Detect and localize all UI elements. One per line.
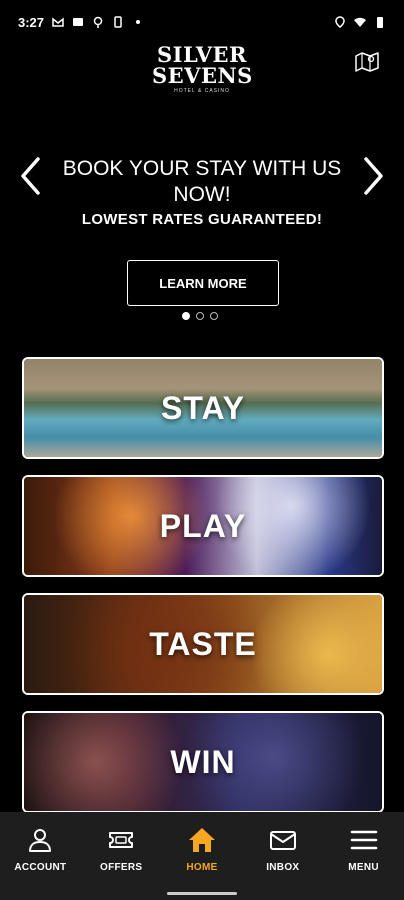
logo-subtitle: HOTEL & CASINO xyxy=(174,88,230,94)
logo-line-2: SEVENS xyxy=(152,63,253,88)
banner-title: BOOK YOUR STAY WITH US NOW! xyxy=(62,157,342,206)
carousel-dot-3[interactable] xyxy=(210,312,218,320)
logo-line-1: SILVER xyxy=(156,42,247,67)
silver-sevens-logo[interactable]: SILVER SEVENS HOTEL & CASINO xyxy=(152,44,252,98)
nav-item-offers[interactable]: OFFERS xyxy=(81,812,162,900)
gmail-icon xyxy=(52,17,64,27)
promo-banner: BOOK YOUR STAY WITH US NOW! LOWEST RATES… xyxy=(0,148,404,328)
map-icon[interactable] xyxy=(354,50,380,72)
wifi-icon xyxy=(354,17,366,27)
nav-item-home[interactable]: HOME xyxy=(162,812,243,900)
nav-label-inbox: INBOX xyxy=(266,862,300,873)
status-bar: 3:27 xyxy=(0,0,404,44)
nav-label-home: HOME xyxy=(186,862,218,873)
location-icon xyxy=(335,16,345,28)
bottom-nav: ACCOUNT OFFERS HOME INBOX MENU xyxy=(0,812,404,900)
banner-subtitle: LOWEST RATES GUARANTEED! xyxy=(81,211,323,228)
hamburger-icon xyxy=(350,830,377,850)
learn-more-button[interactable]: LEARN MORE xyxy=(127,260,279,306)
app-header: SILVER SEVENS HOTEL & CASINO xyxy=(0,40,404,100)
nav-item-inbox[interactable]: INBOX xyxy=(242,812,323,900)
home-indicator[interactable] xyxy=(167,892,237,895)
ticket-icon xyxy=(109,832,134,848)
nav-item-account[interactable]: ACCOUNT xyxy=(0,812,81,900)
nav-label-account: ACCOUNT xyxy=(14,862,67,873)
win-card-label: WIN xyxy=(170,743,236,780)
stay-card-label: STAY xyxy=(160,389,246,426)
win-card[interactable]: WIN xyxy=(22,711,384,813)
nav-label-offers: OFFERS xyxy=(100,862,143,873)
home-icon xyxy=(188,828,215,852)
dot-icon xyxy=(136,20,141,24)
mail-icon xyxy=(269,831,296,850)
taste-card[interactable]: TASTE xyxy=(22,593,384,695)
play-card[interactable]: PLAY xyxy=(22,475,384,577)
stay-card[interactable]: STAY xyxy=(22,357,384,459)
message-icon xyxy=(73,18,84,26)
carousel-dot-1[interactable] xyxy=(182,312,190,320)
taste-card-label: TASTE xyxy=(149,625,257,662)
battery-icon xyxy=(377,17,383,28)
status-time: 3:27 xyxy=(18,14,45,30)
chevron-right-icon[interactable] xyxy=(362,156,386,196)
carousel-pagination xyxy=(182,312,218,320)
person-icon xyxy=(29,829,52,852)
location-pin-icon xyxy=(93,16,103,28)
phone-icon xyxy=(114,16,122,28)
nav-label-menu: MENU xyxy=(348,862,379,873)
carousel-dot-2[interactable] xyxy=(196,312,204,320)
chevron-left-icon[interactable] xyxy=(18,156,42,196)
play-card-label: PLAY xyxy=(159,507,247,544)
nav-item-menu[interactable]: MENU xyxy=(323,812,404,900)
